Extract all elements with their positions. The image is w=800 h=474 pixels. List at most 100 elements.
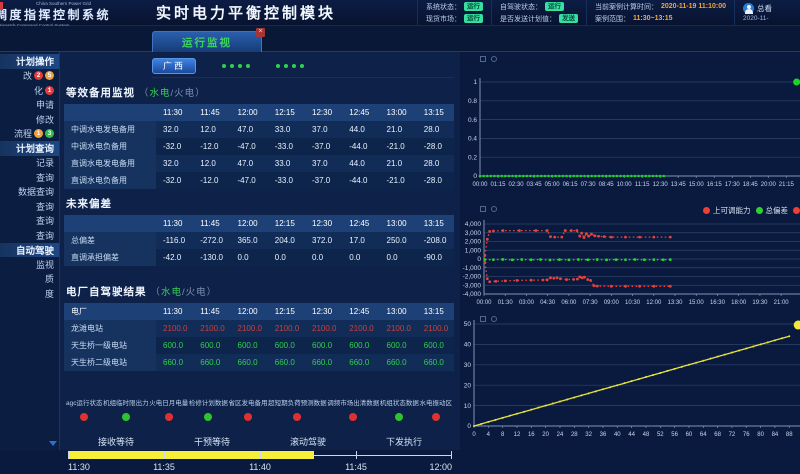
zoom-box-icon[interactable] — [480, 316, 486, 322]
indicator-dot — [349, 413, 357, 421]
refresh-icon[interactable] — [491, 206, 497, 212]
stage-label: 接收等待 — [98, 435, 134, 448]
progress-time: 11:40 — [249, 462, 271, 472]
sidebar-item-计划查询[interactable]: 计划查询 — [0, 141, 59, 156]
svg-text:08:45: 08:45 — [599, 182, 615, 188]
main-panel: 广西 等效备用监视 （水电/火电） 11:3011:4512:0012:1512… — [60, 52, 460, 450]
svg-text:0.4: 0.4 — [468, 136, 477, 143]
table-cell: 660.0 — [380, 354, 417, 371]
legend-item: 总偏差 — [756, 205, 789, 216]
refresh-icon[interactable] — [491, 316, 497, 322]
user-block[interactable]: 总看 2020-11- — [734, 0, 800, 25]
table-cell: -90.0 — [417, 249, 454, 266]
table-cell: 2100.0 — [231, 320, 268, 337]
svg-text:0: 0 — [473, 173, 477, 180]
table-cell: -32.0 — [156, 138, 193, 155]
table-cell: 660.0 — [305, 354, 342, 371]
svg-text:84: 84 — [772, 432, 779, 438]
case-range-label: 案例范围： — [595, 14, 630, 24]
progress-tick — [356, 451, 357, 459]
region-button[interactable]: 广西 — [152, 58, 196, 74]
svg-text:16: 16 — [528, 432, 535, 438]
sidebar-item-查询[interactable]: 查询 — [0, 170, 59, 185]
stage-label: 下发执行 — [386, 435, 422, 448]
table-cell: 47.0 — [231, 155, 268, 172]
indicator-label: 省区发电备用 — [228, 397, 267, 407]
table-cell: 660.0 — [417, 354, 454, 371]
chart-adjust-capacity: 上可调能力总偏差 -4,000-3,000-2,000-1,00001,0002… — [460, 202, 800, 312]
tab-close-icon[interactable]: × — [256, 28, 265, 37]
table-cell: -272.0 — [193, 232, 230, 249]
indicator-dot — [432, 413, 440, 421]
sidebar-item-label: 申请 — [36, 98, 54, 111]
svg-text:0.2: 0.2 — [468, 154, 477, 161]
sidebar-item-监视[interactable]: 监视 — [0, 257, 59, 272]
sidebar-item-查询[interactable]: 查询 — [0, 199, 59, 214]
refresh-icon[interactable] — [491, 56, 497, 62]
sidebar-item-查询[interactable]: 查询 — [0, 228, 59, 243]
green-status-dot — [292, 64, 296, 68]
table-cell: -12.0 — [193, 172, 230, 189]
sidebar-item-label: 查询 — [36, 214, 54, 227]
sidebar-scroll-arrow-icon[interactable] — [49, 441, 57, 446]
table-cell: -21.0 — [380, 172, 417, 189]
table-cell: -33.0 — [268, 138, 305, 155]
sidebar-item-计划操作[interactable]: 计划操作 — [0, 54, 59, 69]
table-header-cell: 11:30 — [156, 215, 193, 232]
tab-run-monitor[interactable]: 运行监视 × — [152, 31, 262, 52]
sidebar-item-label: 查询 — [36, 200, 54, 213]
table-header-cell: 13:15 — [417, 104, 454, 121]
indicator-label: 火电日月电量 — [149, 397, 188, 407]
user-avatar-icon — [743, 3, 754, 14]
svg-text:50: 50 — [464, 321, 472, 328]
app-logo: China Southern Power Grid 调度指挥控制系统 Dispa… — [0, 0, 148, 26]
green-status-dot — [230, 64, 234, 68]
svg-text:52: 52 — [657, 432, 664, 438]
svg-text:76: 76 — [743, 432, 750, 438]
svg-text:18:00: 18:00 — [731, 300, 747, 306]
table-row-label: 直调水电负备用 — [64, 172, 156, 189]
sidebar-item-查询[interactable]: 查询 — [0, 214, 59, 229]
table-row-label: 龙滩电站 — [64, 320, 156, 337]
sidebar-item-label: 查询 — [36, 229, 54, 242]
svg-text:10:00: 10:00 — [617, 182, 633, 188]
sidebar-item-化[interactable]: 化1 — [0, 83, 59, 98]
zoom-box-icon[interactable] — [480, 56, 486, 62]
svg-text:30: 30 — [464, 362, 472, 369]
sidebar-item-质[interactable]: 质 — [0, 272, 59, 287]
sidebar-item-数据查询[interactable]: 数据查询 — [0, 185, 59, 200]
table-header-cell: 12:45 — [342, 303, 379, 320]
sidebar-item-记录[interactable]: 记录 — [0, 156, 59, 171]
svg-text:0.6: 0.6 — [468, 117, 477, 124]
svg-text:09:00: 09:00 — [604, 300, 620, 306]
table-cell: 660.0 — [268, 354, 305, 371]
progress-tick — [260, 451, 261, 459]
sidebar-item-修改[interactable]: 修改 — [0, 112, 59, 127]
sidebar-item-度[interactable]: 度 — [0, 286, 59, 301]
indicator-dot — [80, 413, 88, 421]
table-cell: 33.0 — [268, 121, 305, 138]
green-status-dot — [284, 64, 288, 68]
sidebar-item-label: 质 — [45, 272, 54, 285]
notification-badge: 1 — [34, 129, 43, 138]
table-header-cell: 12:30 — [305, 104, 342, 121]
sidebar-item-改[interactable]: 改25 — [0, 69, 59, 84]
svg-text:24: 24 — [557, 432, 564, 438]
table-cell: 12.0 — [193, 121, 230, 138]
zoom-box-icon[interactable] — [480, 206, 486, 212]
status-pill: 运行 — [464, 14, 483, 23]
svg-text:06:15: 06:15 — [563, 182, 579, 188]
sidebar-item-自动驾驶[interactable]: 自动驾驶 — [0, 243, 59, 258]
sidebar-item-label: 自动驾驶 — [16, 243, 54, 257]
svg-text:20: 20 — [542, 432, 549, 438]
sidebar-item-申请[interactable]: 申请 — [0, 98, 59, 113]
green-status-dot — [222, 64, 226, 68]
sidebar-item-流程[interactable]: 流程13 — [0, 127, 59, 142]
svg-text:07:30: 07:30 — [581, 182, 597, 188]
sidebar-item-label: 改 — [23, 69, 32, 82]
svg-text:19:30: 19:30 — [752, 300, 768, 306]
table-header-cell: 11:30 — [156, 104, 193, 121]
autopilot-status-group: 自驾驶状态：运行是否发送计划值：发送 — [491, 0, 586, 25]
svg-text:10:30: 10:30 — [625, 300, 641, 306]
table-cell: 2100.0 — [342, 320, 379, 337]
